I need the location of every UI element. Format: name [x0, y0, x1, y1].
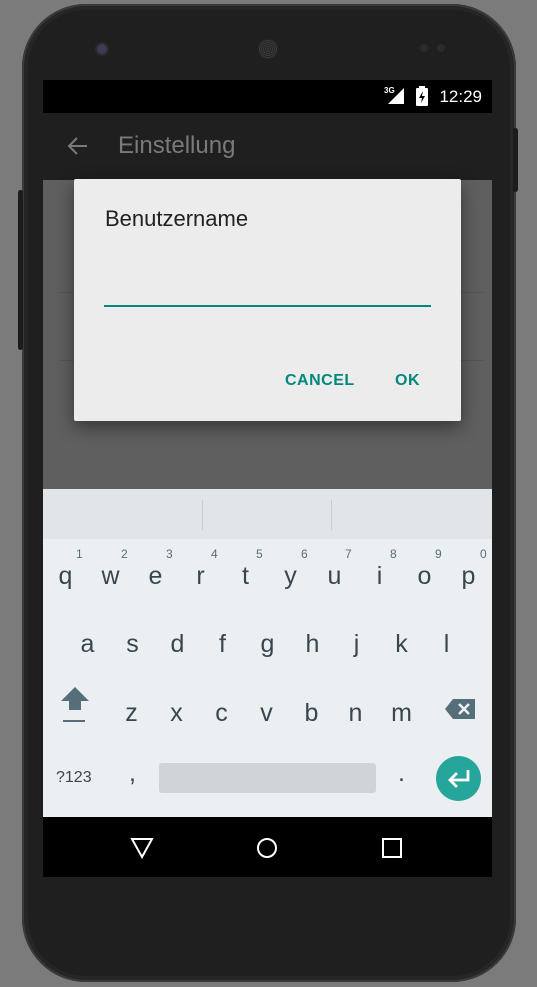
enter-key[interactable]	[436, 756, 481, 801]
key-v[interactable]: v	[244, 699, 289, 728]
battery-icon	[416, 86, 428, 106]
key-t[interactable]: t	[223, 562, 268, 591]
key-r[interactable]: r	[178, 562, 223, 591]
status-time: 12:29	[439, 87, 482, 106]
key-l[interactable]: l	[424, 630, 469, 659]
ok-button[interactable]: OK	[395, 372, 420, 390]
back-arrow-icon[interactable]	[65, 134, 89, 158]
key-z[interactable]: z	[109, 699, 154, 728]
proximity-sensor	[420, 44, 428, 52]
key-n[interactable]: n	[333, 699, 378, 728]
suggestion-separator	[331, 500, 332, 530]
key-hint-6: 6	[301, 547, 308, 561]
shift-icon[interactable]	[59, 685, 91, 725]
key-comma[interactable]: ,	[110, 759, 155, 788]
key-o[interactable]: o	[402, 562, 447, 591]
key-b[interactable]: b	[289, 699, 334, 728]
key-e[interactable]: e	[133, 562, 178, 591]
key-k[interactable]: k	[379, 630, 424, 659]
key-c[interactable]: c	[199, 699, 244, 728]
power-button	[513, 128, 518, 192]
soft-keyboard: q w e r t y u i o p 1 2 3 4 5 6 7 8 9 0 …	[43, 489, 492, 817]
recents-square-icon[interactable]	[382, 838, 402, 858]
key-m[interactable]: m	[379, 699, 424, 728]
key-hint-4: 4	[211, 547, 218, 561]
navigation-bar	[43, 817, 492, 877]
username-input[interactable]	[104, 273, 431, 307]
key-h[interactable]: h	[290, 630, 335, 659]
key-a[interactable]: a	[65, 630, 110, 659]
status-bar: 3G 12:29	[43, 80, 492, 113]
key-u[interactable]: u	[312, 562, 357, 591]
key-period[interactable]: .	[379, 759, 424, 788]
key-i[interactable]: i	[357, 562, 402, 591]
username-dialog: Benutzername CANCEL OK	[74, 179, 461, 421]
light-sensor	[437, 44, 445, 52]
dialog-title: Benutzername	[105, 206, 249, 231]
key-w[interactable]: w	[88, 562, 133, 591]
front-camera	[97, 44, 107, 54]
enter-arrow-icon	[448, 770, 470, 788]
back-triangle-icon[interactable]	[130, 837, 154, 859]
key-hint-8: 8	[390, 547, 397, 561]
earpiece-speaker	[258, 39, 278, 59]
key-x[interactable]: x	[154, 699, 199, 728]
suggestion-strip	[43, 489, 492, 539]
app-bar: Einstellung	[43, 113, 492, 180]
cancel-button[interactable]: CANCEL	[285, 372, 355, 390]
key-hint-9: 9	[435, 547, 442, 561]
key-f[interactable]: f	[200, 630, 245, 659]
key-j[interactable]: j	[334, 630, 379, 659]
key-p[interactable]: p	[446, 562, 491, 591]
backspace-icon[interactable]	[444, 698, 476, 720]
key-y[interactable]: y	[268, 562, 313, 591]
key-hint-3: 3	[166, 547, 173, 561]
key-hint-5: 5	[256, 547, 263, 561]
symbols-key[interactable]: ?123	[56, 769, 92, 787]
key-d[interactable]: d	[155, 630, 200, 659]
page-title: Einstellung	[118, 132, 236, 159]
key-s[interactable]: s	[110, 630, 155, 659]
suggestion-separator	[202, 500, 203, 530]
signal-icon	[388, 88, 404, 104]
key-hint-7: 7	[345, 547, 352, 561]
key-q[interactable]: q	[43, 562, 88, 591]
key-g[interactable]: g	[245, 630, 290, 659]
device-screen: 3G 12:29 Einstellung Benutzername CANCEL…	[43, 80, 492, 877]
key-hint-0: 0	[480, 547, 487, 561]
space-key[interactable]	[159, 763, 376, 793]
volume-button	[18, 190, 23, 350]
home-circle-icon[interactable]	[256, 837, 278, 859]
key-hint-2: 2	[121, 547, 128, 561]
key-hint-1: 1	[76, 547, 83, 561]
